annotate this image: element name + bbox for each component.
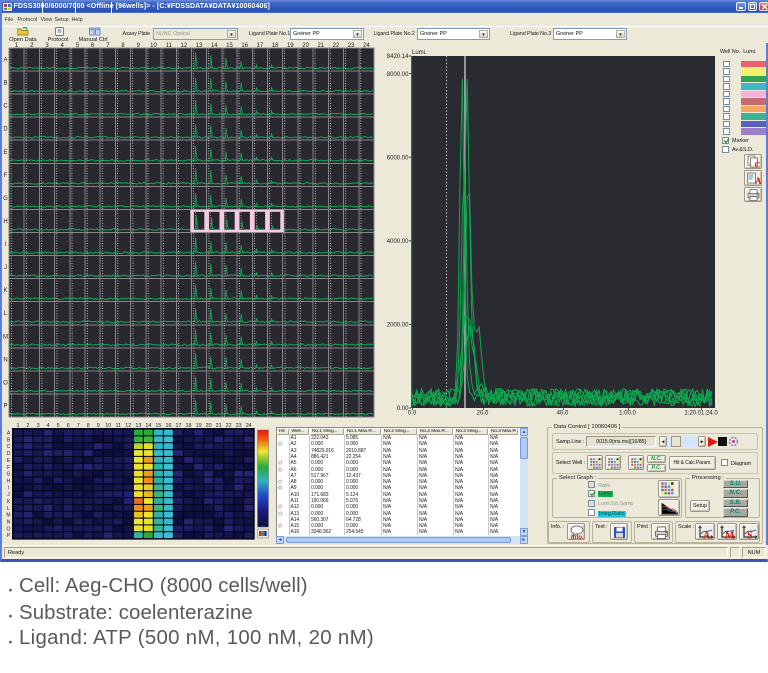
svg-text:5: 5: [57, 423, 60, 429]
svg-text:M: M: [6, 513, 10, 519]
svg-text:8: 8: [87, 423, 90, 429]
svg-text:19: 19: [196, 423, 202, 429]
svg-text:3: 3: [37, 423, 40, 429]
svg-text:G: G: [7, 472, 11, 478]
svg-text:16: 16: [166, 423, 172, 429]
svg-text:20: 20: [206, 423, 212, 429]
svg-text:A: A: [703, 530, 711, 540]
svg-text:A: A: [755, 176, 762, 185]
svg-text:N: N: [7, 520, 11, 526]
svg-text:9: 9: [97, 423, 100, 429]
svg-text:23: 23: [236, 423, 242, 429]
svg-text:12: 12: [125, 423, 131, 429]
svg-text:24: 24: [246, 423, 252, 429]
svg-text:11: 11: [115, 423, 121, 429]
svg-text:4: 4: [47, 423, 50, 429]
svg-text:K: K: [7, 499, 11, 505]
svg-text:7: 7: [77, 423, 80, 429]
svg-text:I: I: [8, 485, 9, 491]
svg-text:10: 10: [105, 423, 111, 429]
svg-text:18: 18: [186, 423, 192, 429]
svg-text:A: A: [7, 431, 11, 437]
svg-text:E: E: [7, 458, 11, 464]
svg-text:17: 17: [176, 423, 182, 429]
svg-text:C: C: [754, 160, 760, 169]
svg-text:O: O: [7, 526, 11, 532]
svg-text:22: 22: [226, 423, 232, 429]
svg-text:S: S: [747, 530, 753, 540]
svg-text:D: D: [7, 451, 11, 457]
svg-text:6: 6: [67, 423, 70, 429]
svg-text:J: J: [7, 492, 10, 498]
svg-text:15: 15: [155, 423, 161, 429]
svg-text:P: P: [7, 533, 11, 539]
svg-text:B: B: [7, 437, 11, 443]
svg-text:L: L: [7, 506, 10, 512]
svg-text:F: F: [7, 465, 10, 471]
svg-text:2: 2: [27, 423, 30, 429]
svg-text:C: C: [7, 444, 11, 450]
svg-text:M: M: [725, 530, 735, 540]
svg-text:21: 21: [216, 423, 222, 429]
svg-text:H: H: [7, 478, 11, 484]
svg-text:14: 14: [145, 423, 151, 429]
svg-text:Info.: Info.: [571, 535, 584, 540]
svg-text:1: 1: [17, 423, 20, 429]
svg-text:13: 13: [135, 423, 141, 429]
